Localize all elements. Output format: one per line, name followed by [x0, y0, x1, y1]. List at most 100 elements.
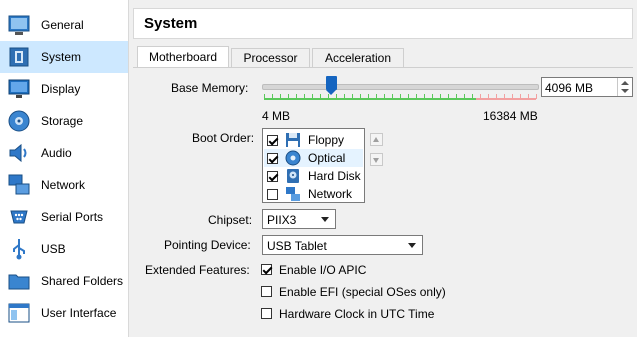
- slider-tick: [416, 94, 417, 99]
- page-title: System: [144, 15, 198, 32]
- spin-down-icon[interactable]: [621, 89, 629, 93]
- sidebar-item-label: Storage: [41, 114, 84, 128]
- general-icon: [8, 15, 30, 35]
- storage-icon: [8, 110, 30, 132]
- spin-up-icon[interactable]: [621, 81, 629, 85]
- sidebar-item-system[interactable]: System: [0, 41, 128, 73]
- slider-tick: [536, 94, 537, 99]
- slider-tick: [464, 94, 465, 99]
- utc-clock-checkbox[interactable]: [261, 308, 272, 319]
- sidebar-item-general[interactable]: General: [0, 9, 128, 41]
- base-memory-spin-buttons[interactable]: [617, 78, 632, 96]
- slider-tick: [392, 94, 393, 99]
- page-header: System: [133, 8, 633, 39]
- base-memory-min-label: 4 MB: [262, 109, 291, 123]
- utc-clock-label[interactable]: Hardware Clock in UTC Time: [279, 307, 434, 321]
- base-memory-slider-track[interactable]: [262, 84, 539, 90]
- boot-item-hard-disk[interactable]: Hard Disk: [264, 167, 363, 185]
- chipset-label: Chipset:: [208, 213, 253, 227]
- slider-tick: [360, 94, 361, 99]
- chevron-down-icon: [408, 243, 416, 248]
- tab-label: Acceleration: [324, 51, 392, 65]
- settings-sidebar: General System Display Storage Audio Net…: [0, 0, 129, 337]
- io-apic-label[interactable]: Enable I/O APIC: [279, 263, 366, 277]
- slider-tick: [272, 94, 273, 99]
- boot-order-list[interactable]: Floppy Optical Hard Disk Network: [262, 128, 365, 203]
- sidebar-item-label: Network: [41, 178, 86, 192]
- sidebar-item-audio[interactable]: Audio: [0, 137, 128, 169]
- slider-tick: [424, 94, 425, 99]
- base-memory-spinbox[interactable]: 4096 MB: [541, 77, 633, 97]
- floppy-icon: [286, 133, 300, 147]
- tab-processor[interactable]: Processor: [231, 48, 310, 67]
- slider-tick: [344, 94, 345, 99]
- tab-acceleration[interactable]: Acceleration: [312, 48, 404, 67]
- efi-label[interactable]: Enable EFI (special OSes only): [279, 285, 446, 299]
- slider-tick: [352, 94, 353, 99]
- sidebar-item-serial-ports[interactable]: Serial Ports: [0, 201, 128, 233]
- display-icon: [8, 79, 30, 98]
- slider-tick: [440, 94, 441, 99]
- sidebar-item-label: Serial Ports: [41, 210, 104, 224]
- audio-icon: [9, 143, 27, 163]
- chipset-select[interactable]: PIIX3: [262, 209, 336, 229]
- optical-disc-icon: [285, 150, 301, 166]
- sidebar-item-label: User Interface: [41, 306, 117, 320]
- slider-tick: [408, 94, 409, 99]
- slider-tick: [312, 94, 313, 99]
- boot-item-checkbox[interactable]: [267, 135, 278, 146]
- boot-item-checkbox[interactable]: [267, 153, 278, 164]
- slider-tick: [400, 94, 401, 99]
- sidebar-item-label: System: [41, 50, 82, 64]
- pointing-device-label: Pointing Device:: [164, 238, 251, 252]
- slider-tick: [304, 94, 305, 99]
- boot-order-move-up-button[interactable]: [370, 133, 383, 146]
- base-memory-max-label: 16384 MB: [483, 109, 538, 123]
- tab-motherboard[interactable]: Motherboard: [137, 46, 229, 68]
- boot-item-checkbox[interactable]: [267, 189, 278, 200]
- base-memory-slider-handle[interactable]: [326, 76, 337, 95]
- slider-tick: [456, 94, 457, 99]
- tab-label: Motherboard: [148, 50, 218, 64]
- slider-tick: [336, 94, 337, 99]
- boot-order-move-down-button[interactable]: [370, 153, 383, 166]
- base-memory-label: Base Memory:: [171, 81, 249, 95]
- pointing-device-select[interactable]: USB Tablet: [262, 235, 423, 255]
- slider-tick: [472, 94, 473, 99]
- slider-tick: [504, 94, 505, 99]
- system-icon: [9, 47, 29, 67]
- boot-item-checkbox[interactable]: [267, 171, 278, 182]
- sidebar-item-shared-folders[interactable]: Shared Folders: [0, 265, 128, 297]
- sidebar-item-storage[interactable]: Storage: [0, 105, 128, 137]
- serial-ports-icon: [10, 210, 28, 224]
- sidebar-item-usb[interactable]: USB: [0, 233, 128, 265]
- slider-tick: [280, 94, 281, 99]
- sidebar-item-display[interactable]: Display: [0, 73, 128, 105]
- boot-item-network[interactable]: Network: [264, 185, 363, 203]
- slider-tick: [288, 94, 289, 99]
- base-memory-slider-scale: [264, 94, 537, 100]
- shared-folders-icon: [8, 274, 30, 290]
- boot-item-label: Hard Disk: [308, 169, 361, 183]
- tab-label: Processor: [243, 51, 298, 65]
- hard-disk-icon: [287, 169, 299, 183]
- slider-tick: [488, 94, 489, 99]
- sidebar-item-user-interface[interactable]: User Interface: [0, 297, 128, 329]
- slider-tick: [520, 94, 521, 99]
- slider-tick: [496, 94, 497, 99]
- slider-unsafe-range: [476, 98, 536, 100]
- slider-tick: [376, 94, 377, 99]
- slider-safe-range: [264, 98, 476, 100]
- boot-item-optical[interactable]: Optical: [264, 149, 363, 167]
- sidebar-item-network[interactable]: Network: [0, 169, 128, 201]
- chipset-value: PIIX3: [267, 213, 297, 227]
- efi-checkbox[interactable]: [261, 286, 272, 297]
- boot-item-label: Optical: [308, 151, 346, 165]
- boot-order-label: Boot Order:: [192, 131, 255, 145]
- io-apic-checkbox[interactable]: [261, 264, 272, 275]
- boot-item-floppy[interactable]: Floppy: [264, 131, 363, 149]
- slider-tick: [320, 94, 321, 99]
- network-icon: [8, 174, 30, 195]
- sidebar-item-label: Shared Folders: [41, 274, 124, 288]
- boot-item-label: Floppy: [308, 133, 345, 147]
